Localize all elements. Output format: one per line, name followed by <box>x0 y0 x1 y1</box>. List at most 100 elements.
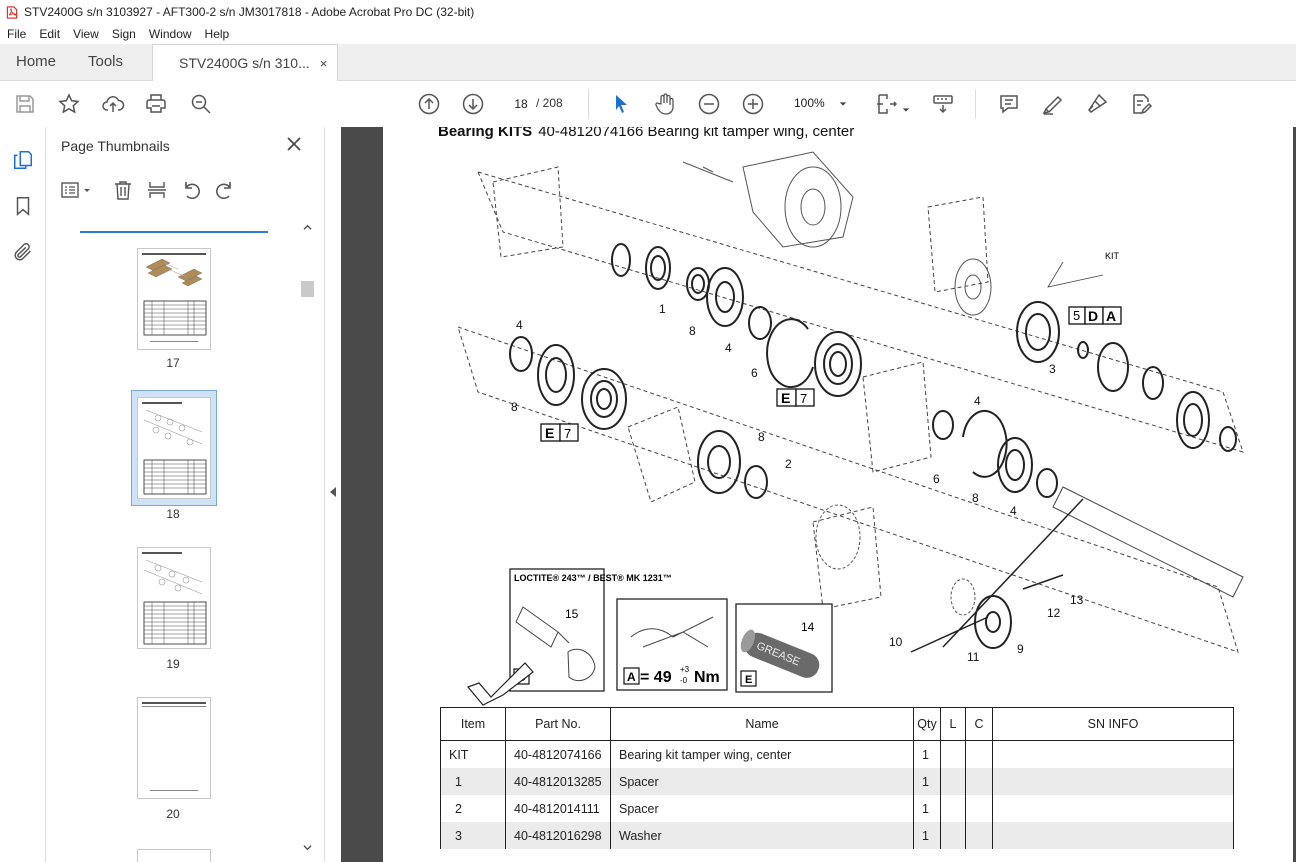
callout-4: 4 <box>725 341 732 355</box>
table-row: 3 40-4812016298 Washer 1 <box>440 822 1234 849</box>
close-panel-icon[interactable] <box>286 136 302 152</box>
table-row: 2 40-4812014111 Spacer 1 <box>440 795 1234 822</box>
attachments-nav-button[interactable] <box>10 239 36 265</box>
svg-text:-0: -0 <box>680 676 688 685</box>
sign-button[interactable] <box>1084 91 1110 117</box>
thumbnail-label: 18 <box>166 507 180 521</box>
toolbar-divider <box>975 89 976 119</box>
bookmarks-nav-button[interactable] <box>10 193 36 219</box>
page-fit-button[interactable] <box>874 91 900 117</box>
thumbnail-image <box>142 702 206 791</box>
svg-text:LOCTITE® 243™ / BEST® MK 1231™: LOCTITE® 243™ / BEST® MK 1231™ <box>514 573 672 583</box>
svg-text:7: 7 <box>564 426 571 441</box>
thumbnail-page-19[interactable] <box>137 547 211 649</box>
menu-sign[interactable]: Sign <box>105 27 142 41</box>
callout-11: 11 <box>967 650 980 664</box>
page-fit-dropdown-icon[interactable] <box>902 101 910 119</box>
page-total: / 208 <box>536 96 563 110</box>
thumbnail-label: 20 <box>166 807 180 821</box>
cell-part-no: 40-4812074166 <box>505 740 611 768</box>
exploded-parts-diagram: KIT 1 8 4 6 4 8 8 2 3 4 6 8 4 13 12 10 1… <box>457 151 1244 706</box>
bookmark-icon <box>16 197 30 216</box>
svg-text:A: A <box>627 670 636 684</box>
hand-tool-button[interactable] <box>652 91 678 117</box>
panel-toolbar <box>60 177 236 203</box>
callout-6: 6 <box>933 472 940 486</box>
tab-document[interactable]: STV2400G s/n 310... × <box>152 44 339 82</box>
table-header-row: Item Part No. Name Qty L C SN INFO <box>440 707 1234 741</box>
zoom-in-button[interactable] <box>740 91 766 117</box>
save-icon <box>16 95 34 113</box>
cell-name: Washer <box>610 822 914 849</box>
close-tab-icon[interactable]: × <box>320 56 328 71</box>
page-thumbnails-nav-button[interactable] <box>10 147 36 173</box>
thumbnail-image <box>142 402 207 495</box>
cell-l <box>940 740 966 768</box>
svg-text:7: 7 <box>800 391 807 406</box>
cell-l <box>940 768 966 795</box>
menu-window[interactable]: Window <box>142 27 198 41</box>
scroll-up-icon[interactable] <box>303 223 312 232</box>
cell-sn-info <box>992 740 1234 768</box>
scrollbar-thumb[interactable] <box>301 281 314 297</box>
next-page-button[interactable] <box>460 91 486 117</box>
fountain-pen-icon <box>1088 93 1108 113</box>
callout-12: 12 <box>1047 606 1061 620</box>
thumbnail-page-20[interactable] <box>137 697 211 799</box>
svg-text:E: E <box>781 390 790 406</box>
scroll-down-icon[interactable] <box>303 843 312 852</box>
cell-qty: 1 <box>913 795 941 822</box>
document-viewer[interactable]: Bearing KITS 40-4812074166 Bearing kit ta… <box>341 127 1296 862</box>
rotate-left-icon[interactable] <box>180 179 202 201</box>
zoom-out-button[interactable] <box>696 91 722 117</box>
bookmark-star-button[interactable] <box>56 91 82 117</box>
menu-view[interactable]: View <box>66 27 105 41</box>
column-header-qty: Qty <box>913 707 941 741</box>
delete-pages-icon[interactable] <box>112 179 134 201</box>
print-button[interactable] <box>143 91 169 117</box>
search-zoom-icon <box>191 94 211 114</box>
thumbnail-scrollbar[interactable] <box>300 219 315 862</box>
callout-1: 1 <box>659 302 666 316</box>
cell-part-no: 40-4812016298 <box>505 822 611 849</box>
thumbnail-page-18[interactable] <box>137 397 211 499</box>
highlight-button[interactable] <box>1040 91 1066 117</box>
zoom-select[interactable]: 100% <box>788 92 852 114</box>
menu-file[interactable]: File <box>0 27 32 41</box>
thumbnail-options-icon[interactable] <box>60 179 92 201</box>
tab-home[interactable]: Home <box>16 44 56 80</box>
extract-pages-icon[interactable] <box>146 179 168 201</box>
select-tool-button[interactable] <box>608 91 634 117</box>
collapse-left-icon[interactable] <box>329 487 337 497</box>
previous-page-button[interactable] <box>416 91 442 117</box>
comment-icon <box>1000 95 1018 114</box>
panel-collapse-bar[interactable] <box>324 127 342 862</box>
edit-pdf-button[interactable] <box>1128 91 1154 117</box>
tab-document-label: STV2400G s/n 310... <box>179 55 310 71</box>
thumbnail-page-17[interactable] <box>137 248 211 350</box>
zoom-value: 100% <box>794 96 825 110</box>
comment-button[interactable] <box>996 91 1022 117</box>
column-header-l: L <box>940 707 966 741</box>
find-button[interactable] <box>188 91 214 117</box>
cell-item: 3 <box>440 822 506 849</box>
svg-text:A: A <box>1106 308 1116 324</box>
menu-help[interactable]: Help <box>198 27 236 41</box>
edit-document-icon <box>1133 94 1153 115</box>
thumbnail-image <box>142 253 207 342</box>
save-button[interactable] <box>12 91 38 117</box>
table-row: KIT 40-4812074166 Bearing kit tamper win… <box>440 740 1234 768</box>
cell-item: KIT <box>440 740 506 768</box>
share-button[interactable] <box>100 91 126 117</box>
column-header-name: Name <box>610 707 914 741</box>
thumbnail-page-21[interactable] <box>137 849 211 862</box>
callout-kit: KIT <box>1105 251 1120 261</box>
tab-tools[interactable]: Tools <box>88 44 123 80</box>
page-number-input[interactable]: 18 <box>507 92 535 116</box>
svg-text:14: 14 <box>801 620 815 634</box>
menu-edit[interactable]: Edit <box>32 27 66 41</box>
rotate-right-icon[interactable] <box>214 179 236 201</box>
callout-4: 4 <box>516 318 523 332</box>
scroll-mode-button[interactable] <box>930 91 956 117</box>
reference-box-e7: E 7 <box>540 423 579 442</box>
